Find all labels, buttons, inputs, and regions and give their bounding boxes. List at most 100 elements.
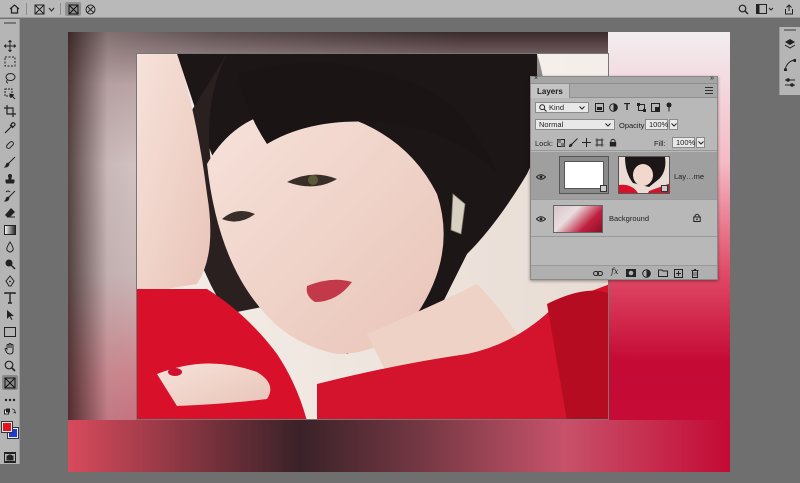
layers-panel: × » Layers Kind T Normal Opacity: 100% L [530, 75, 718, 280]
lock-all-icon[interactable] [609, 138, 617, 150]
layer-name[interactable]: Lay…me [674, 172, 704, 181]
blur-tool-icon[interactable] [2, 239, 18, 254]
rectangle-tool-icon[interactable] [2, 324, 18, 339]
link-icon[interactable] [593, 269, 603, 280]
blend-mode-select[interactable]: Normal [535, 119, 615, 130]
panel-grip[interactable] [784, 29, 796, 31]
panel-menu-icon[interactable] [705, 87, 713, 96]
workspace-icon[interactable] [755, 2, 775, 16]
lock-transparent-icon[interactable] [557, 139, 565, 150]
pen-tool-icon[interactable] [2, 273, 18, 288]
options-bar [0, 0, 800, 18]
frame-badge-icon [600, 185, 607, 192]
fx-icon[interactable]: fx [611, 267, 618, 276]
history-brush-tool-icon[interactable] [2, 188, 18, 203]
opacity-label: Opacity: [619, 121, 647, 130]
lock-row: Lock: Fill: 100% [531, 135, 717, 151]
spot-healing-tool-icon[interactable] [2, 137, 18, 152]
shape-filter-icon[interactable] [637, 103, 646, 115]
layer-row-background[interactable]: Background [531, 201, 717, 237]
panel-dock [779, 27, 800, 95]
frame-thumbnail[interactable] [559, 156, 609, 194]
chevron-down-icon [697, 140, 704, 145]
path-selection-tool-icon[interactable] [2, 307, 18, 322]
crop-tool-icon[interactable] [2, 103, 18, 118]
pixel-filter-icon[interactable] [595, 103, 604, 115]
type-tool-icon[interactable] [2, 290, 18, 305]
panel-grip[interactable] [4, 22, 16, 24]
object-selection-tool-icon[interactable] [2, 86, 18, 101]
brush-tool-icon[interactable] [2, 154, 18, 169]
search-icon [539, 103, 547, 112]
eraser-tool-icon[interactable] [2, 205, 18, 220]
folder-icon[interactable] [658, 269, 668, 280]
close-icon[interactable]: × [534, 75, 538, 82]
edit-toolbar-icon[interactable] [2, 392, 18, 407]
smart-object-filter-icon[interactable] [651, 103, 660, 115]
lock-label: Lock: [535, 139, 553, 148]
lock-artboard-icon[interactable] [595, 138, 604, 150]
paths-panel-icon[interactable] [784, 59, 797, 74]
hand-tool-icon[interactable] [2, 341, 18, 356]
adjustments-panel-icon[interactable] [784, 77, 796, 92]
visibility-eye-icon[interactable] [535, 172, 547, 183]
fill-input[interactable]: 100% [672, 137, 695, 148]
move-tool-icon[interactable] [2, 38, 18, 53]
visibility-eye-icon[interactable] [535, 214, 547, 225]
filter-kind-select[interactable]: Kind [535, 102, 589, 113]
eyedropper-tool-icon[interactable] [2, 120, 18, 135]
smart-object-badge-icon [661, 185, 668, 192]
ellipse-frame-icon[interactable] [83, 2, 97, 16]
filter-row: Kind T [531, 100, 717, 116]
background-gradient-bottom [68, 420, 730, 472]
chevron-down-icon [579, 105, 585, 110]
filter-toggle-icon[interactable] [665, 102, 673, 115]
marquee-tool-icon[interactable] [2, 54, 18, 69]
rectangle-frame-icon[interactable] [65, 2, 81, 16]
frame-tool-icon[interactable] [32, 2, 46, 16]
opacity-input[interactable]: 100% [645, 119, 668, 130]
layers-panel-icon[interactable] [784, 38, 796, 53]
lock-position-icon[interactable] [582, 138, 591, 150]
layers-bottom-bar: fx [531, 265, 717, 279]
lasso-tool-icon[interactable] [2, 70, 18, 85]
adjustment-icon[interactable] [642, 269, 651, 281]
type-filter-icon[interactable]: T [624, 102, 630, 113]
chevron-down-icon[interactable] [47, 2, 55, 16]
tools-panel [0, 19, 20, 464]
search-icon[interactable] [736, 2, 750, 16]
gradient-tool-icon[interactable] [2, 222, 18, 237]
content-thumbnail[interactable] [618, 156, 670, 194]
mask-icon[interactable] [626, 269, 636, 280]
home-icon[interactable] [7, 2, 21, 16]
fill-label: Fill: [654, 139, 666, 148]
tab-layers[interactable]: Layers [531, 84, 570, 98]
panel-dock-bar[interactable]: × » [531, 75, 717, 84]
layer-name[interactable]: Background [609, 214, 649, 223]
screen-mode-icon[interactable] [2, 450, 18, 465]
chevron-down-icon [670, 122, 677, 127]
blend-mode-label: Normal [539, 120, 564, 129]
opacity-dropdown[interactable] [669, 119, 678, 130]
frame-tool-icon[interactable] [2, 375, 18, 390]
default-colors-icon[interactable] [2, 406, 18, 416]
fill-dropdown[interactable] [696, 137, 705, 148]
foreground-color-swatch[interactable] [1, 421, 13, 433]
blend-row: Normal Opacity: 100% [531, 117, 717, 133]
foreground-background-colors[interactable] [1, 419, 19, 445]
panel-tabs: Layers [531, 84, 717, 98]
new-layer-icon[interactable] [674, 269, 683, 281]
share-icon[interactable] [782, 2, 796, 16]
background-thumbnail[interactable] [553, 205, 603, 233]
chevron-down-icon [605, 122, 611, 127]
lock-icon [693, 213, 701, 225]
filter-kind-label: Kind [549, 103, 565, 112]
layer-row-frame[interactable]: Lay…me [531, 152, 717, 200]
zoom-tool-icon[interactable] [2, 358, 18, 373]
adjustment-filter-icon[interactable] [609, 103, 618, 115]
trash-icon[interactable] [691, 269, 699, 281]
lock-pixels-icon[interactable] [568, 138, 578, 150]
collapse-icon[interactable]: » [710, 75, 714, 82]
clone-stamp-tool-icon[interactable] [2, 171, 18, 186]
dodge-tool-icon[interactable] [2, 256, 18, 271]
